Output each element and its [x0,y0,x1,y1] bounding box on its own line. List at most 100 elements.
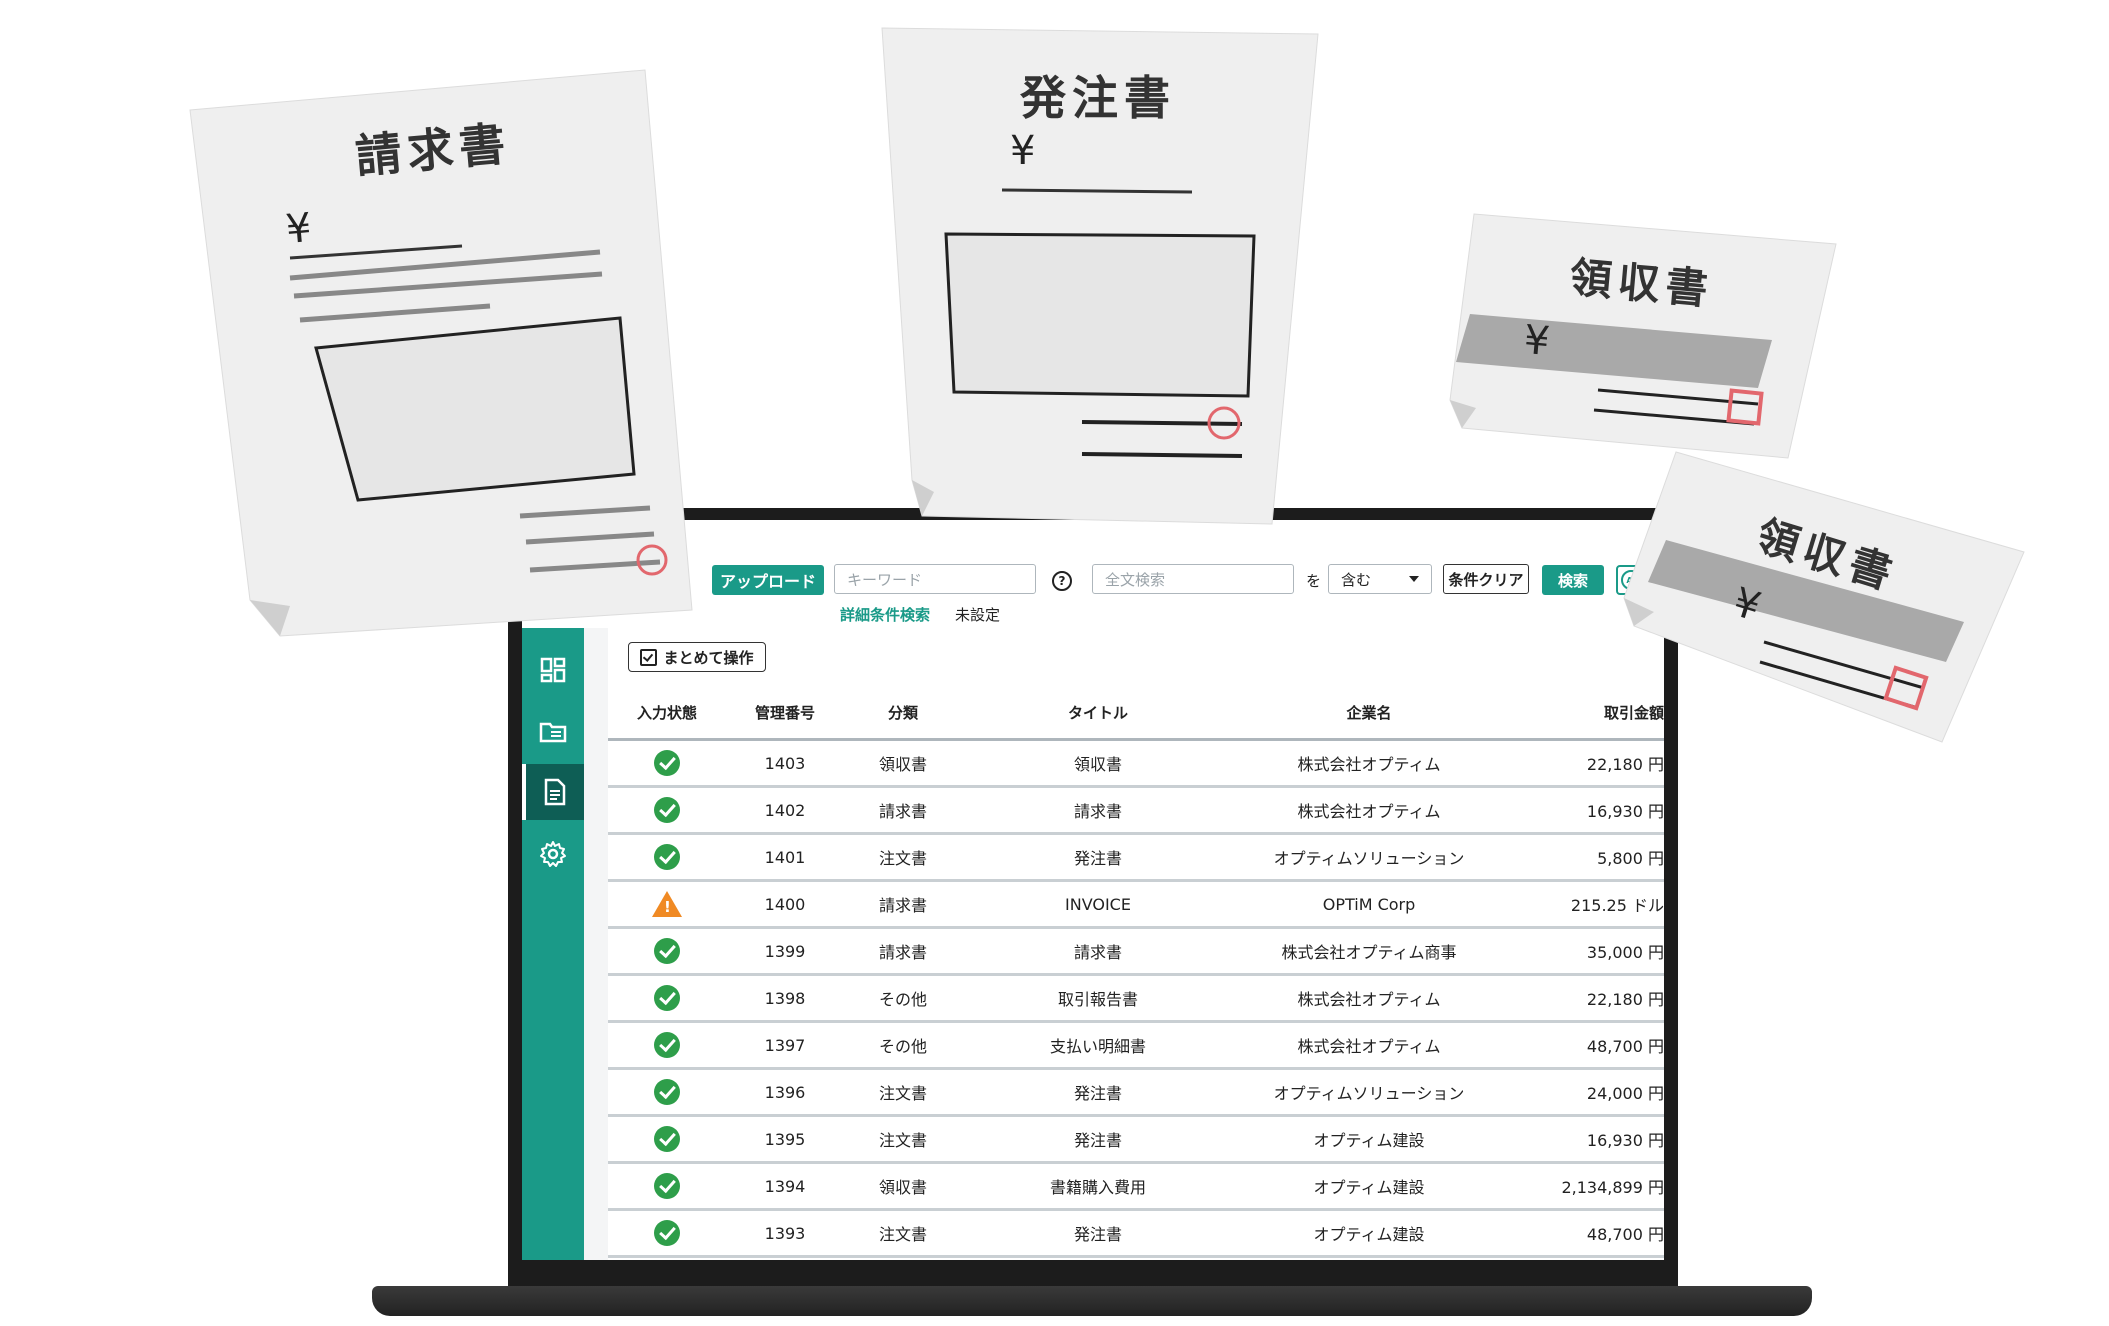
title-cell: 取引報告書 [962,974,1234,1023]
fulltext-search-input[interactable]: 全文検索 [1092,564,1294,594]
status-cell [608,1115,726,1164]
sidebar-item-documents[interactable] [522,764,584,820]
id-cell: 1399 [726,927,844,976]
table-row[interactable]: 1395 注文書 発注書 オプティム建設 16,930 円 [608,1115,1664,1164]
advanced-search-link[interactable]: 詳細条件検索 [840,604,930,625]
clear-conditions-button[interactable]: 条件クリア [1443,564,1529,594]
folder-icon [539,722,567,743]
status-cell [608,974,726,1023]
category-cell: 請求書 [844,880,962,929]
laptop-base [372,1286,1812,1316]
company-cell: 株式会社オプティム商事 [1234,927,1504,976]
match-select-value: 含む [1341,570,1372,589]
title-cell: 発注書 [962,1209,1234,1258]
check-circle-icon [654,985,680,1011]
sidebar-item-settings[interactable] [522,826,584,882]
amount-cell: 22,180 円 [1504,739,1664,788]
document-table: 入力状態 管理番号 分類 タイトル 企業名 取引金額 1403 領収書 領収書 株式会… [608,686,1664,1258]
title-cell: 発注書 [962,1068,1234,1117]
purchase-order-title: 発注書 [1020,71,1176,125]
table-row[interactable]: 1397 その他 支払い明細書 株式会社オプティム 48,700 円 [608,1021,1664,1070]
status-cell [608,880,726,929]
table-row[interactable]: 1399 請求書 請求書 株式会社オプティム商事 35,000 円 [608,927,1664,976]
category-cell: 請求書 [844,786,962,835]
amount-cell: 16,930 円 [1504,1115,1664,1164]
company-cell: 株式会社オプティム [1234,1021,1504,1070]
title-cell: 領収書 [962,739,1234,788]
upload-button[interactable]: アップロード [712,565,824,595]
table-row[interactable]: 1400請求書INVOICEOPTiM Corp215.25 ドル [608,880,1664,929]
id-cell: 1400 [726,880,844,929]
title-cell: 請求書 [962,786,1234,835]
column-header-id[interactable]: 管理番号 [726,686,844,741]
company-cell: オプティム建設 [1234,1209,1504,1258]
table-row[interactable]: 1396 注文書 発注書 オプティムソリューション 24,000 円 [608,1068,1664,1117]
amount-cell: 215.25 ドル [1504,880,1664,929]
id-cell: 1394 [726,1162,844,1211]
id-cell: 1403 [726,739,844,788]
column-header-title[interactable]: タイトル [962,686,1234,741]
check-circle-icon [654,1173,680,1199]
amount-cell: 16,930 円 [1504,786,1664,835]
connector-label: を [1306,572,1322,590]
amount-cell: 24,000 円 [1504,1068,1664,1117]
check-circle-icon [654,1220,680,1246]
table-row[interactable]: 1402 請求書 請求書 株式会社オプティム 16,930 円 [608,786,1664,835]
amount-cell: 22,180 円 [1504,974,1664,1023]
category-cell: 注文書 [844,1068,962,1117]
document-icon [544,778,566,806]
column-header-category[interactable]: 分類 [844,686,962,741]
company-cell: オプティムソリューション [1234,1068,1504,1117]
status-cell [608,1209,726,1258]
status-cell [608,927,726,976]
purchase-order-paper: 発注書 ¥ [881,27,1322,542]
check-circle-icon [654,1079,680,1105]
table-row[interactable]: 1398 その他 取引報告書 株式会社オプティム 22,180 円 [608,974,1664,1023]
table-header-row: 入力状態 管理番号 分類 タイトル 企業名 取引金額 [608,686,1664,741]
category-cell: 領収書 [844,739,962,788]
status-cell [608,1068,726,1117]
amount-cell: 48,700 円 [1504,1021,1664,1070]
dashboard-icon [540,657,566,683]
category-cell: 注文書 [844,833,962,882]
yen-icon: ¥ [1522,316,1552,366]
table-row[interactable]: 1401 注文書 発注書 オプティムソリューション 5,800 円 [608,833,1664,882]
status-cell [608,1162,726,1211]
company-cell: オプティム建設 [1234,1115,1504,1164]
company-cell: オプティム建設 [1234,1162,1504,1211]
amount-cell: 5,800 円 [1504,833,1664,882]
chevron-down-icon [1409,576,1419,582]
help-icon[interactable]: ? [1052,571,1072,591]
column-header-company[interactable]: 企業名 [1234,686,1504,741]
company-cell: オプティムソリューション [1234,833,1504,882]
amount-cell: 35,000 円 [1504,927,1664,976]
gear-icon [540,841,566,867]
keyword-input[interactable]: キーワード [834,564,1036,594]
id-cell: 1396 [726,1068,844,1117]
receipt-paper-2: 領収書 ¥ [1623,451,2044,746]
id-cell: 1393 [726,1209,844,1258]
sidebar-item-folders[interactable] [522,704,584,760]
category-cell: その他 [844,1021,962,1070]
category-cell: その他 [844,974,962,1023]
company-cell: 株式会社オプティム [1234,974,1504,1023]
company-cell: OPTiM Corp [1234,880,1504,929]
check-circle-icon [654,1032,680,1058]
table-row[interactable]: 1394 領収書 書籍購入費用 オプティム建設 2,134,899 円 [608,1162,1664,1211]
yen-icon: ¥ [1010,128,1036,174]
sidebar [522,628,584,1260]
id-cell: 1397 [726,1021,844,1070]
title-cell: 発注書 [962,1115,1234,1164]
column-header-status[interactable]: 入力状態 [608,686,726,741]
check-circle-icon [654,1126,680,1152]
invoice-paper: 請求書 ¥ [189,69,710,654]
receipt-paper-1: 領収書 ¥ [1448,213,1848,468]
search-button[interactable]: 検索 [1542,565,1604,595]
invoice-title: 請求書 [353,116,514,184]
match-select[interactable]: 含む [1328,564,1432,594]
amount-cell: 48,700 円 [1504,1209,1664,1258]
table-row[interactable]: 1403 領収書 領収書 株式会社オプティム 22,180 円 [608,739,1664,788]
table-row[interactable]: 1393 注文書 発注書 オプティム建設 48,700 円 [608,1209,1664,1258]
status-cell [608,786,726,835]
status-cell [608,833,726,882]
